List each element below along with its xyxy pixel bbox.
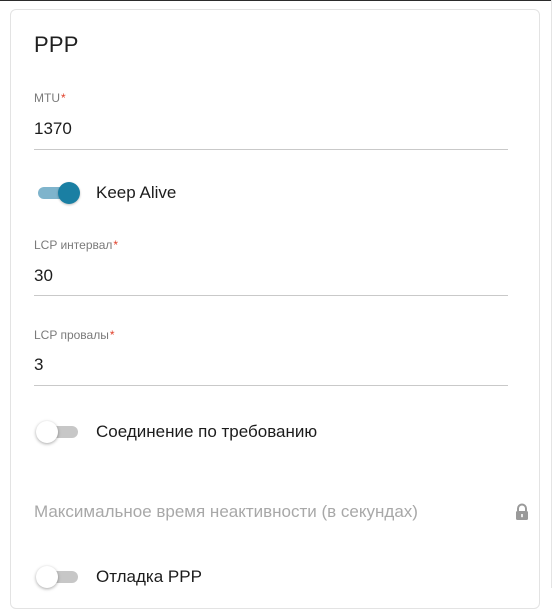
lock-icon (516, 503, 528, 520)
lcp-interval-label-text: LCP интервал (34, 238, 113, 252)
required-mark: * (61, 91, 66, 105)
max-idle-input: Максимальное время неактивности (в секун… (34, 502, 418, 521)
lcp-fails-underline (34, 385, 508, 386)
lcp-interval-underline (34, 295, 508, 296)
lcp-interval-input[interactable]: 30 (34, 266, 53, 286)
mtu-label-text: MTU (34, 91, 60, 105)
on-demand-toggle[interactable] (36, 421, 82, 443)
lcp-interval-label: LCP интервал* (34, 238, 118, 252)
mtu-label: MTU* (34, 91, 66, 105)
keep-alive-toggle[interactable] (36, 182, 82, 204)
required-mark: * (113, 238, 119, 252)
toggle-knob (36, 566, 58, 588)
settings-panel: PPP MTU* 1370 Keep Alive LCP интервал* 3… (0, 0, 552, 609)
section-title: PPP (34, 32, 79, 57)
top-divider (0, 0, 552, 1)
ppp-debug-toggle[interactable] (36, 566, 82, 588)
on-demand-label: Соединение по требованию (96, 422, 318, 441)
keep-alive-label: Keep Alive (96, 183, 177, 202)
lcp-fails-label-text: LCP провалы (34, 328, 109, 342)
toggle-knob (58, 182, 80, 204)
lcp-fails-label: LCP провалы* (34, 328, 115, 342)
mtu-input[interactable]: 1370 (34, 119, 72, 139)
required-mark: * (109, 328, 115, 342)
mtu-underline (34, 149, 508, 150)
toggle-knob (36, 421, 58, 443)
ppp-debug-label: Отладка PPP (96, 567, 202, 586)
lcp-fails-input[interactable]: 3 (34, 355, 43, 375)
